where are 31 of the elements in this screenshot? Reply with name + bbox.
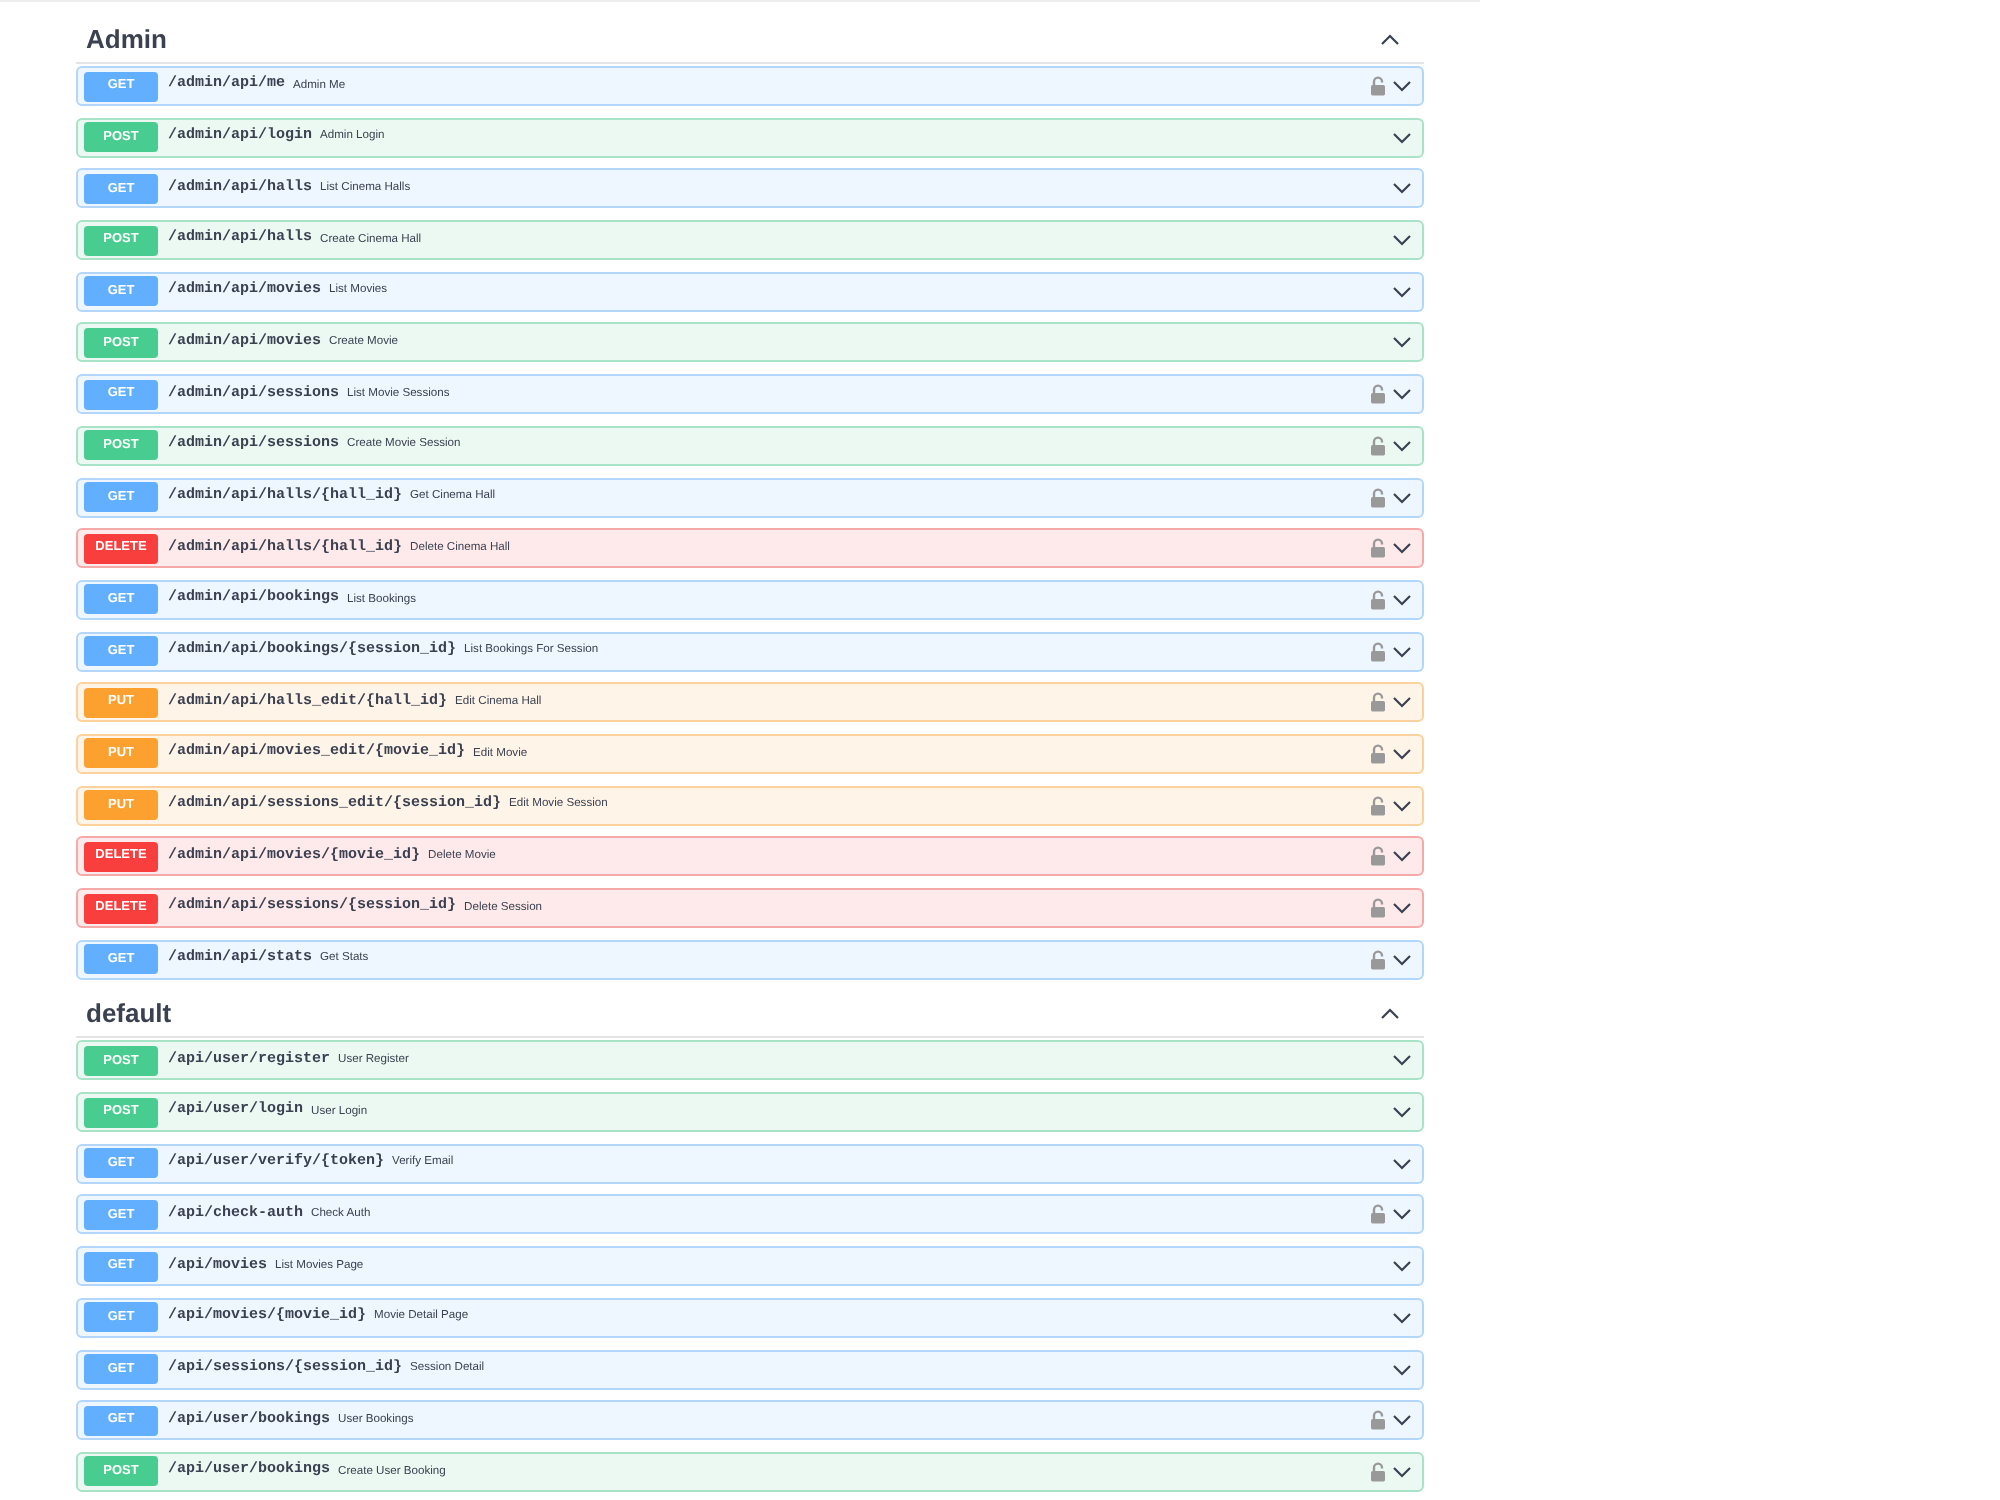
chevron-down-icon[interactable] [1392, 336, 1412, 349]
chevron-down-icon[interactable] [1392, 285, 1412, 298]
chevron-down-icon[interactable] [1392, 491, 1412, 503]
chevron-down-icon[interactable] [1392, 1157, 1412, 1170]
chevron-down-icon[interactable] [1392, 799, 1412, 812]
chevron-down-icon[interactable] [1392, 80, 1412, 92]
chevron-down-icon[interactable] [1392, 1208, 1412, 1221]
chevron-down-icon[interactable] [1392, 593, 1412, 606]
chevron-down-icon[interactable] [1392, 1363, 1412, 1375]
chevron-down-icon[interactable] [1392, 953, 1412, 966]
chevron-down-icon[interactable] [1392, 1260, 1412, 1273]
section-title[interactable]: Admin [86, 19, 167, 59]
chevron-down-icon[interactable] [1392, 850, 1412, 863]
chevron-down-icon[interactable] [1392, 542, 1412, 555]
chevron-down-icon[interactable] [1392, 388, 1412, 401]
section-title[interactable]: default [86, 994, 172, 1034]
chevron-down-icon[interactable] [1392, 645, 1412, 658]
chevron-down-icon[interactable] [1392, 439, 1412, 452]
chevron-down-icon[interactable] [1392, 747, 1412, 760]
chevron-down-icon[interactable] [1392, 1311, 1412, 1324]
chevron-down-icon[interactable] [1392, 182, 1412, 195]
chevron-down-icon[interactable] [1392, 1054, 1412, 1067]
chevron-down-icon[interactable] [1392, 1465, 1412, 1478]
chevron-up-icon[interactable] [1380, 1007, 1400, 1020]
chevron-up-icon[interactable] [1380, 33, 1400, 45]
chevron-down-icon[interactable] [1392, 1106, 1412, 1119]
chevron-down-icon[interactable] [1392, 234, 1412, 247]
chevron-down-icon[interactable] [1392, 696, 1412, 709]
chevron-down-icon[interactable] [1392, 902, 1412, 914]
chevron-down-icon[interactable] [1392, 131, 1412, 144]
chevron-down-icon[interactable] [1392, 1414, 1412, 1427]
